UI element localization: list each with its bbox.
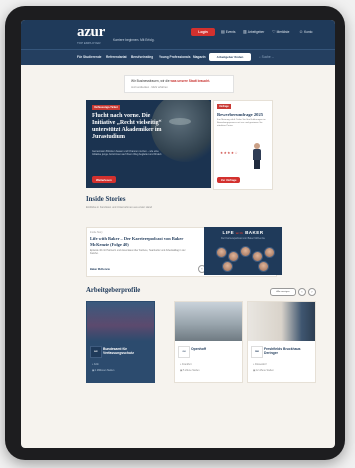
hero-text: Gemeinsam Brücken bauen und Chancen nutz…	[92, 150, 162, 157]
host-portrait	[222, 261, 233, 272]
inside-stories-subtitle: Einblicke in Kanzleien und Unternehmen a…	[86, 206, 152, 209]
ad-headline-text: Wir Businessfrauen, wir die	[131, 79, 170, 83]
nav-item-career-start[interactable]: Berufseinstieg	[131, 55, 153, 59]
employer-logo: OH	[178, 346, 190, 358]
hero-badge: Verfassungs-Ticket	[92, 105, 120, 110]
hero-read-more-button[interactable]: Weiterlesen	[92, 176, 116, 183]
employer-location: ⌖ Düsseldorf	[253, 363, 266, 366]
site-logo[interactable]: azur	[77, 25, 105, 40]
employers-pager: ‹ ›	[298, 288, 316, 296]
header-link-label: Konto	[304, 29, 313, 34]
hero-image-detail	[169, 118, 191, 125]
ad-banner[interactable]: Wir Businessfrauen, wir die was unsere S…	[124, 75, 234, 93]
podcast-title-mid: with	[235, 231, 244, 235]
header-link-events[interactable]: ▤ Events	[221, 29, 236, 34]
employer-location-text: Düsseldorf	[255, 363, 267, 366]
survey-badge: Umfrage	[217, 104, 231, 109]
hero-title[interactable]: Flucht nach vorne. Die Initiative „Recht…	[92, 113, 168, 141]
podcast-title-pre: LIFE	[222, 230, 235, 235]
employers-title: Arbeitgeberprofile	[86, 287, 141, 294]
hero-teaser[interactable]: Verfassungs-Ticket Flucht nach vorne. Di…	[86, 100, 211, 188]
header-link-label: Arbeitgeber	[247, 29, 265, 34]
screen: azur TOP EMPLOYER Karriere beginnen. Mit…	[21, 20, 335, 448]
find-employer-button[interactable]: Arbeitgeber finden	[209, 53, 251, 61]
login-pill[interactable]: Login	[191, 28, 215, 36]
survey-button[interactable]: Zur Umfrage	[217, 177, 241, 183]
chevron-right-icon[interactable]: ›	[308, 288, 316, 296]
survey-title: Bewerberumfrage 2025	[217, 112, 264, 117]
heart-icon: ♡	[272, 29, 276, 34]
survey-text: Ihre Meinung zählt: Teilen Sie Ihre Erfa…	[217, 119, 266, 127]
host-portrait	[216, 247, 227, 258]
employer-image	[248, 302, 315, 341]
header-link-employers[interactable]: ▥ Arbeitgeber	[243, 29, 264, 34]
employer-name[interactable]: Freshfields Bruckhaus Deringer	[264, 347, 312, 355]
main-nav: Für Studierende Referendariat Berufseins…	[21, 49, 335, 65]
podcast-title: LIFE with BAKER	[204, 230, 282, 235]
header-link-label: Merkliste	[276, 29, 290, 34]
employer-jobs: ▣ 12 offene Stellen	[253, 369, 274, 372]
ad-headline: Wir Businessfrauen, wir die was unsere S…	[131, 79, 210, 83]
employer-location: ⌖ Frankfurt	[180, 363, 192, 366]
nav-item-young-professionals[interactable]: Young Professionals	[159, 55, 190, 59]
host-portrait	[228, 251, 239, 262]
employer-jobs-text: 12 offene Stellen	[255, 369, 274, 372]
host-portrait	[258, 261, 269, 272]
survey-card[interactable]: Umfrage Bewerberumfrage 2025 Ihre Meinun…	[213, 100, 273, 190]
employer-location-text: Frankfurt	[182, 363, 192, 366]
employer-logo: BfV	[90, 346, 102, 358]
employer-name[interactable]: Openhoff	[191, 347, 239, 351]
employer-jobs-text: 1 Millionen Stellen	[94, 369, 115, 372]
host-portrait	[240, 246, 251, 257]
header-link-bookmarks[interactable]: ♡ Merkliste	[272, 29, 289, 34]
story-text: Episode 40 mit Partnerin und Associates …	[90, 249, 186, 256]
rating-stars: ★★★★☆	[220, 151, 239, 155]
employer-jobs: ▣ 5 offene Stellen	[180, 369, 200, 372]
host-portrait	[264, 247, 275, 258]
chevron-left-icon[interactable]: ‹	[298, 288, 306, 296]
document-icon: ▤	[221, 29, 225, 34]
logo-subtitle: TOP EMPLOYER	[77, 41, 101, 45]
story-title[interactable]: Life with Baker – Der Karrierepodcast vo…	[90, 236, 194, 247]
person-illustration	[252, 143, 262, 169]
header-link-account[interactable]: ☺ Konto	[299, 29, 312, 34]
user-icon: ☺	[299, 29, 304, 34]
employer-jobs-text: 5 offene Stellen	[182, 369, 200, 372]
employer-name[interactable]: Bundesamt für Verfassungsschutz	[103, 347, 151, 355]
site-tagline: Karriere beginnen. Mit Erfolg.	[113, 38, 155, 42]
employer-image	[175, 302, 242, 341]
building-icon: ▥	[243, 29, 247, 34]
employer-location-text: Köln	[94, 363, 99, 366]
podcast-cover[interactable]: LIFE with BAKER Der Karrierepodcast von …	[204, 227, 282, 275]
employers-all-button[interactable]: Alle anzeigen	[270, 288, 296, 296]
search-placeholder: Suche ...	[261, 55, 275, 59]
nav-item-magazine[interactable]: Magazin	[193, 55, 206, 59]
employer-card[interactable]: FBD Freshfields Bruckhaus Deringer ⌖ Düs…	[247, 301, 316, 383]
employer-card[interactable]: BfV Bundesamt für Verfassungsschutz ⌖ Kö…	[86, 301, 155, 383]
site-header: azur TOP EMPLOYER Karriere beginnen. Mit…	[21, 20, 335, 49]
employer-location: ⌖ Köln	[92, 363, 99, 366]
nav-item-students[interactable]: Für Studierende	[77, 55, 101, 59]
story-author: Baker McKenzie	[90, 268, 110, 271]
employer-jobs: ▣ 1 Millionen Stellen	[92, 369, 114, 372]
ad-subline: Jetzt entdecken · Mehr erfahren	[131, 86, 168, 89]
employer-card[interactable]: OH Openhoff ⌖ Frankfurt ▣ 5 offene Stell…	[174, 301, 243, 383]
employer-logo: FBD	[251, 346, 263, 358]
header-link-label: Events	[225, 29, 236, 34]
tablet-frame: azur TOP EMPLOYER Karriere beginnen. Mit…	[5, 6, 345, 460]
podcast-title-post: BAKER	[245, 230, 264, 235]
nav-item-referendariat[interactable]: Referendariat	[106, 55, 127, 59]
search-input[interactable]: ⌕ Suche ...	[259, 55, 274, 59]
ad-headline-accent: was unsere Stadt braucht.	[170, 79, 211, 83]
inside-stories-title: Inside Stories	[86, 196, 126, 203]
employer-image	[87, 302, 154, 341]
podcast-subtitle: Der Karrierepodcast von Baker McKenzie	[221, 237, 265, 240]
story-label: Inside Story	[90, 231, 103, 234]
